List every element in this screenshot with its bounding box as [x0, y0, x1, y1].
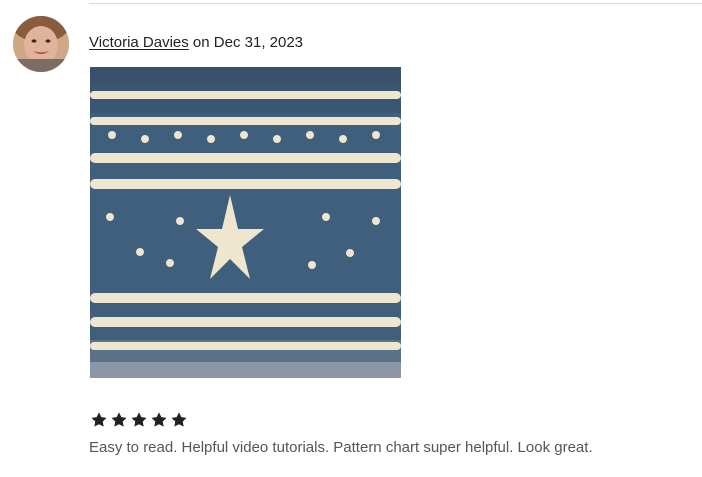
review-text: Easy to read. Helpful video tutorials. P… — [89, 439, 593, 456]
star-icon — [109, 408, 129, 432]
date-prefix: on — [188, 34, 214, 51]
star-icon — [149, 408, 169, 432]
review-photo[interactable] — [90, 67, 401, 378]
divider — [89, 3, 702, 4]
star-icon — [129, 408, 149, 432]
author-link[interactable]: Victoria Davies — [89, 34, 189, 51]
star-icon — [169, 408, 189, 432]
review-date: Dec 31, 2023 — [213, 34, 304, 51]
review-card: Victoria Davies on Dec 31, 2023 Easy to … — [0, 0, 702, 477]
review-byline: Victoria Davies on Dec 31, 2023 — [89, 33, 303, 53]
rating-stars — [89, 408, 189, 432]
avatar[interactable] — [13, 16, 69, 72]
star-icon — [89, 408, 109, 432]
